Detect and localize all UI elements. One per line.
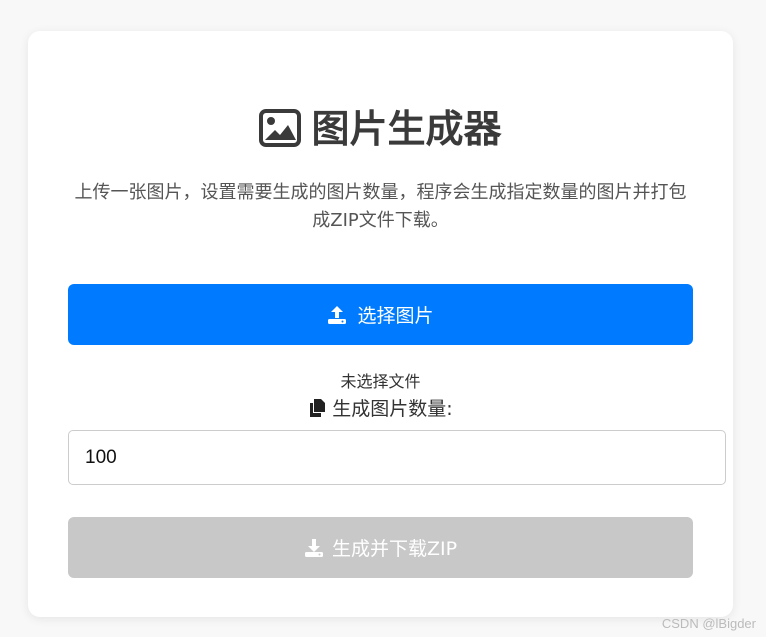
generate-download-zip-label: 生成并下载ZIP <box>331 538 458 560</box>
page-title: 图片生成器 <box>28 104 733 154</box>
copy-icon <box>308 398 326 418</box>
image-count-label: 生成图片数量: <box>28 394 733 421</box>
upload-icon <box>327 305 347 325</box>
generator-card: 图片生成器 上传一张图片，设置需要生成的图片数量，程序会生成指定数量的图片并打包… <box>28 31 733 617</box>
image-count-input[interactable] <box>68 430 726 485</box>
file-status-text: 未选择文件 <box>340 372 421 391</box>
image-count-label-text: 生成图片数量: <box>332 398 453 420</box>
select-image-button[interactable]: 选择图片 <box>68 284 693 345</box>
watermark: CSDN @lBigder <box>661 616 756 631</box>
image-icon <box>259 108 302 147</box>
generate-download-zip-button[interactable]: 生成并下载ZIP <box>68 517 693 578</box>
download-icon <box>304 538 324 558</box>
select-image-label: 选择图片 <box>357 305 434 327</box>
page-title-text: 图片生成器 <box>311 107 502 151</box>
page-description: 上传一张图片，设置需要生成的图片数量，程序会生成指定数量的图片并打包成ZIP文件… <box>74 182 687 231</box>
